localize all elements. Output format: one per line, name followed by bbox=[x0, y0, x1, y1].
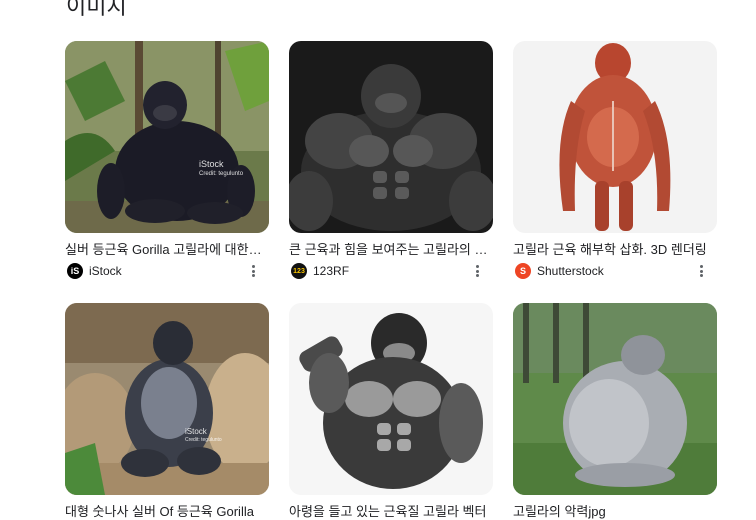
watermark-credit: Credit: tegulunto bbox=[199, 171, 244, 177]
image-result-card[interactable]: 큰 근육과 힘을 보여주는 고릴라의 이미지 123 123RF bbox=[289, 41, 493, 280]
source-name[interactable]: Shutterstock bbox=[537, 264, 604, 278]
image-thumbnail[interactable] bbox=[289, 41, 493, 233]
shutterstock-favicon-icon: S bbox=[515, 263, 531, 279]
gorilla-dumbbell-vector-image bbox=[289, 303, 493, 495]
more-options-icon[interactable] bbox=[471, 263, 483, 279]
gorilla-jungle-image bbox=[65, 41, 269, 233]
result-caption[interactable]: 아령을 들고 있는 근육질 고릴라 벡터 bbox=[289, 503, 489, 520]
watermark-brand: iStock bbox=[185, 427, 207, 436]
image-thumbnail[interactable] bbox=[289, 303, 493, 495]
watermark: iStock Credit: tegulunto bbox=[185, 427, 222, 445]
image-results-page: 이미지 iStock Credit: tegulunto 실버 등근육 Gori… bbox=[0, 0, 756, 520]
result-caption[interactable]: 고릴라의 악력jpg bbox=[513, 503, 713, 520]
result-caption[interactable]: 큰 근육과 힘을 보여주는 고릴라의 이미지 bbox=[289, 241, 489, 259]
image-result-card[interactable]: iStock Credit: tegulunto 대형 숫나사 실버 Of 등근… bbox=[65, 303, 269, 520]
source-name[interactable]: 123RF bbox=[313, 264, 349, 278]
image-thumbnail[interactable]: iStock Credit: tegulunto bbox=[65, 303, 269, 495]
image-result-card[interactable]: iStock Credit: tegulunto 실버 등근육 Gorilla … bbox=[65, 41, 269, 280]
more-options-icon[interactable] bbox=[695, 263, 707, 279]
istock-favicon-icon: iS bbox=[67, 263, 83, 279]
source-row: 123 123RF bbox=[289, 262, 493, 280]
result-caption[interactable]: 대형 숫나사 실버 Of 등근육 Gorilla bbox=[65, 503, 265, 520]
section-title: 이미지 bbox=[66, 0, 127, 20]
result-caption[interactable]: 고릴라 근육 해부학 삽화. 3D 렌더링 bbox=[513, 241, 713, 259]
image-result-card[interactable]: 아령을 들고 있는 근육질 고릴라 벡터 bbox=[289, 303, 493, 520]
image-result-card[interactable]: 고릴라의 악력jpg bbox=[513, 303, 717, 520]
muscular-gorilla-dark-image bbox=[289, 41, 493, 233]
watermark-brand: iStock bbox=[199, 159, 224, 169]
image-thumbnail[interactable] bbox=[513, 303, 717, 495]
gorilla-anatomy-image bbox=[513, 41, 717, 233]
more-options-icon[interactable] bbox=[247, 263, 259, 279]
silverback-on-rocks-image bbox=[65, 303, 269, 495]
result-caption[interactable]: 실버 등근육 Gorilla 고릴라에 대한 스톡 사진 bbox=[65, 241, 265, 259]
image-thumbnail[interactable] bbox=[513, 41, 717, 233]
source-row: S Shutterstock bbox=[513, 262, 717, 280]
watermark: iStock Credit: tegulunto bbox=[199, 159, 243, 179]
image-thumbnail[interactable]: iStock Credit: tegulunto bbox=[65, 41, 269, 233]
image-result-card[interactable]: 고릴라 근육 해부학 삽화. 3D 렌더링 S Shutterstock bbox=[513, 41, 717, 280]
123rf-favicon-icon: 123 bbox=[291, 263, 307, 279]
gorilla-sitting-grass-image bbox=[513, 303, 717, 495]
source-name[interactable]: iStock bbox=[89, 264, 122, 278]
watermark-credit: Credit: tegulunto bbox=[185, 437, 222, 443]
source-row: iS iStock bbox=[65, 262, 269, 280]
